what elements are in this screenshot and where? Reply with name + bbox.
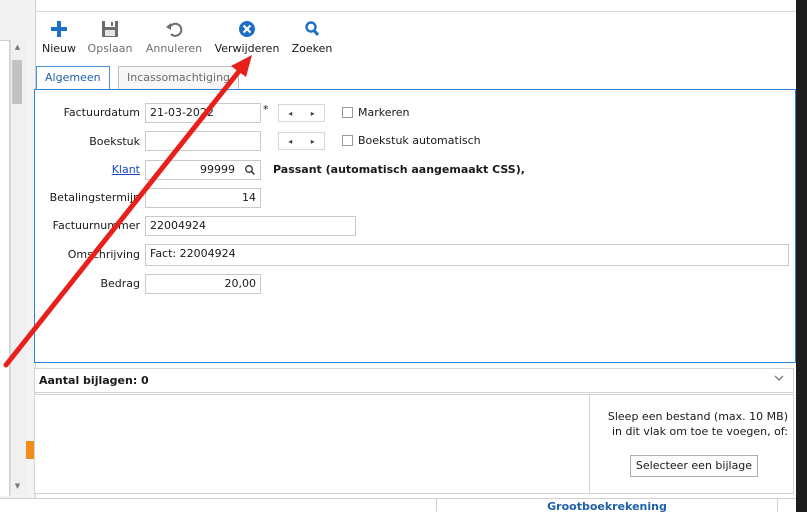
annotation-arrow — [3, 55, 252, 368]
arrow-shaft — [3, 67, 243, 368]
